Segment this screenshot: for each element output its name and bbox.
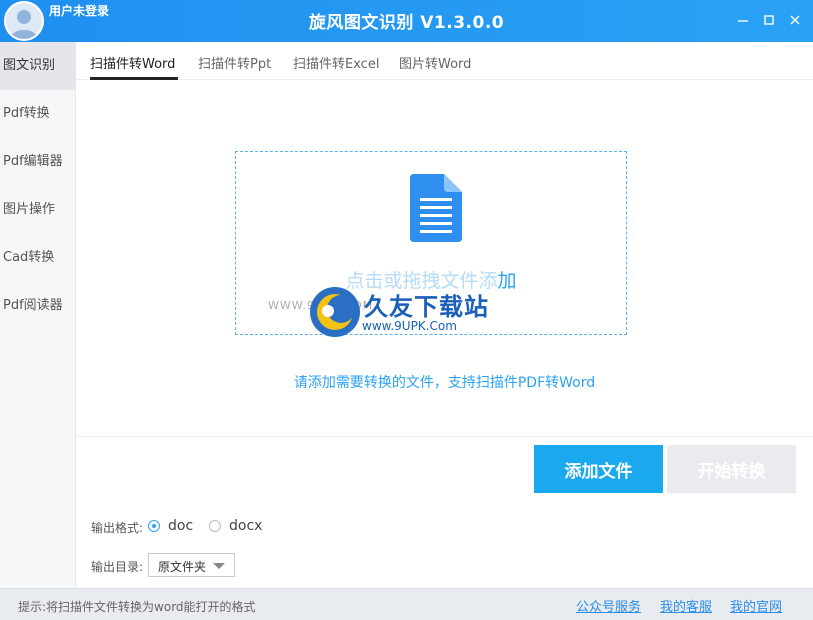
output-format-label: 输出格式: (91, 521, 144, 535)
chevron-down-icon (213, 563, 225, 569)
document-icon (410, 174, 462, 242)
tab-scan-to-word[interactable]: 扫描件转Word (90, 53, 175, 72)
output-dir-selected: 原文件夹 (158, 560, 207, 574)
add-file-button[interactable]: 添加文件 (534, 445, 663, 493)
minimize-icon (738, 20, 748, 22)
tab-scan-to-ppt[interactable]: 扫描件转Ppt (198, 53, 271, 72)
sidebar-item-pdf-convert[interactable]: Pdf转换 (0, 90, 75, 138)
status-tip: 提示:将扫描件文件转换为word能打开的格式 (18, 600, 256, 614)
minimize-button[interactable] (733, 10, 753, 30)
close-icon (790, 15, 800, 25)
radio-docx-label: docx (229, 518, 263, 534)
sidebar-item-pdf-reader[interactable]: Pdf阅读器 (0, 282, 75, 330)
output-dir-label: 输出目录: (91, 560, 144, 574)
maximize-icon (764, 15, 774, 25)
sidebar-item-cad-convert[interactable]: Cad转换 (0, 234, 75, 282)
close-button[interactable] (785, 10, 805, 30)
app-window: 用户未登录 旋风图文识别 V1.3.0.0 图文识别 Pdf转换 Pdf编辑器 … (0, 0, 813, 620)
sidebar-item-image-ops[interactable]: 图片操作 (0, 186, 75, 234)
radio-doc[interactable]: doc (148, 518, 193, 534)
divider (76, 436, 813, 437)
hint-text: 请添加需要转换的文件，支持扫描件PDF转Word (293, 375, 596, 391)
tab-image-to-word[interactable]: 图片转Word (399, 53, 471, 72)
title-bar: 用户未登录 旋风图文识别 V1.3.0.0 (0, 0, 813, 42)
tab-scan-to-excel[interactable]: 扫描件转Excel (293, 53, 379, 72)
radio-doc-circle[interactable] (148, 520, 160, 532)
radio-docx-circle[interactable] (209, 520, 221, 532)
start-convert-button[interactable]: 开始转换 (667, 445, 796, 493)
maximize-button[interactable] (759, 10, 779, 30)
app-title: 旋风图文识别 V1.3.0.0 (308, 13, 505, 33)
watermark-name: 久友下载站 (364, 293, 489, 321)
watermark: WWW.9UPK.COM 久友下载站 www.9UPK.Com (268, 285, 528, 345)
link-customer-service[interactable]: 我的客服 (660, 596, 712, 615)
radio-docx[interactable]: docx (209, 518, 262, 534)
sidebar: 图文识别 Pdf转换 Pdf编辑器 图片操作 Cad转换 Pdf阅读器 (0, 42, 76, 588)
watermark-url: www.9UPK.Com (362, 319, 457, 333)
sidebar-item-ocr[interactable]: 图文识别 (0, 42, 75, 90)
watermark-logo-icon (310, 287, 360, 337)
status-bar: 提示:将扫描件文件转换为word能打开的格式 公众号服务 我的客服 我的官网 (0, 588, 813, 620)
active-tab-indicator (90, 77, 178, 80)
window-controls (733, 10, 805, 30)
tab-bar: 扫描件转Word 扫描件转Ppt 扫描件转Excel 图片转Word (76, 42, 813, 80)
sidebar-item-pdf-editor[interactable]: Pdf编辑器 (0, 138, 75, 186)
link-official-site[interactable]: 我的官网 (730, 596, 782, 615)
output-dir-select[interactable]: 原文件夹 (148, 553, 235, 577)
link-wechat-service[interactable]: 公众号服务 (576, 596, 641, 615)
radio-doc-label: doc (168, 518, 194, 534)
